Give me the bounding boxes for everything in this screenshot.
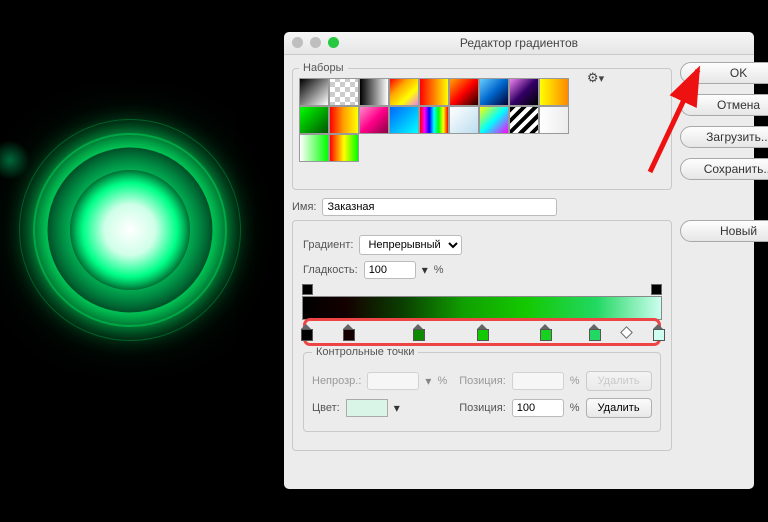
titlebar[interactable]: Редактор градиентов (284, 32, 754, 55)
preset-swatch[interactable] (479, 106, 509, 134)
color-stop[interactable] (413, 329, 423, 341)
dropdown-icon[interactable]: ▾ (422, 263, 428, 277)
gradient-group: Градиент: Непрерывный Гладкость: ▾ % (292, 220, 672, 451)
preset-swatch[interactable] (509, 78, 539, 106)
name-input[interactable] (322, 198, 557, 216)
presets-label: Наборы (299, 62, 348, 74)
presets-group: Наборы (292, 62, 672, 190)
preset-swatch[interactable] (329, 106, 359, 134)
gradient-editor-dialog: Редактор градиентов Наборы ⚙︎▾ Имя: Град… (283, 31, 755, 490)
opacity-stop[interactable] (303, 285, 312, 294)
control-points-legend: Контрольные точки (312, 346, 418, 358)
gradient-preview-bar[interactable] (303, 297, 661, 319)
color-stop[interactable] (343, 329, 353, 341)
window-title: Редактор градиентов (460, 36, 578, 50)
preset-swatch[interactable] (359, 78, 389, 106)
opacity-stops-track[interactable] (303, 285, 661, 297)
preset-swatch[interactable] (299, 134, 329, 162)
preset-swatch[interactable] (479, 78, 509, 106)
color-stop[interactable] (477, 329, 487, 341)
color-label: Цвет: (312, 402, 340, 414)
preset-swatch[interactable] (389, 106, 419, 134)
preset-swatch[interactable] (539, 78, 569, 106)
preset-swatch[interactable] (359, 106, 389, 134)
position-label-2: Позиция: (459, 402, 506, 414)
control-points-group: Контрольные точки Непрозр.: ▾ % Позиция:… (303, 346, 661, 432)
opacity-stop[interactable] (652, 285, 661, 294)
preset-swatch[interactable] (329, 134, 359, 162)
color-stop[interactable] (540, 329, 550, 341)
save-button[interactable]: Сохранить... (680, 158, 768, 180)
color-swatch[interactable] (346, 399, 388, 417)
gradient-type-select[interactable]: Непрерывный (359, 235, 462, 255)
preset-swatch[interactable] (539, 106, 569, 134)
close-icon[interactable] (292, 37, 303, 48)
percent-sign: % (434, 264, 444, 276)
smoothness-label: Гладкость: (303, 264, 358, 276)
delete-opacity-stop-button: Удалить (586, 371, 652, 391)
presets-grid[interactable] (299, 78, 579, 183)
zoom-icon[interactable] (328, 37, 339, 48)
gradient-type-label: Градиент: (303, 239, 353, 251)
new-button[interactable]: Новый (680, 220, 768, 242)
delete-color-stop-button[interactable]: Удалить (586, 398, 652, 418)
lens-flare-preview (0, 70, 290, 390)
dropdown-icon[interactable]: ▾ (394, 401, 400, 415)
preset-swatch[interactable] (329, 78, 359, 106)
preset-swatch[interactable] (299, 106, 329, 134)
preset-swatch[interactable] (449, 78, 479, 106)
minimize-icon[interactable] (310, 37, 321, 48)
color-stop[interactable] (301, 329, 311, 341)
preset-swatch[interactable] (419, 106, 449, 134)
color-position-input[interactable] (512, 399, 564, 417)
color-stops-track[interactable] (303, 318, 661, 346)
ok-button[interactable]: OK (680, 62, 768, 84)
smoothness-input[interactable] (364, 261, 416, 279)
color-stop[interactable] (589, 329, 599, 341)
opacity-position-input (512, 372, 564, 390)
name-label: Имя: (292, 201, 316, 213)
midpoint-diamond[interactable] (620, 326, 633, 339)
cancel-button[interactable]: Отмена (680, 94, 768, 116)
preset-swatch[interactable] (449, 106, 479, 134)
opacity-control-label: Непрозр.: (312, 375, 361, 387)
color-stop[interactable] (653, 329, 663, 341)
preset-swatch[interactable] (419, 78, 449, 106)
position-label-1: Позиция: (459, 375, 506, 387)
gear-icon[interactable]: ⚙︎▾ (587, 70, 604, 86)
load-button[interactable]: Загрузить... (680, 126, 768, 148)
opacity-input (367, 372, 419, 390)
preset-swatch[interactable] (389, 78, 419, 106)
preset-swatch[interactable] (299, 78, 329, 106)
preset-swatch[interactable] (509, 106, 539, 134)
